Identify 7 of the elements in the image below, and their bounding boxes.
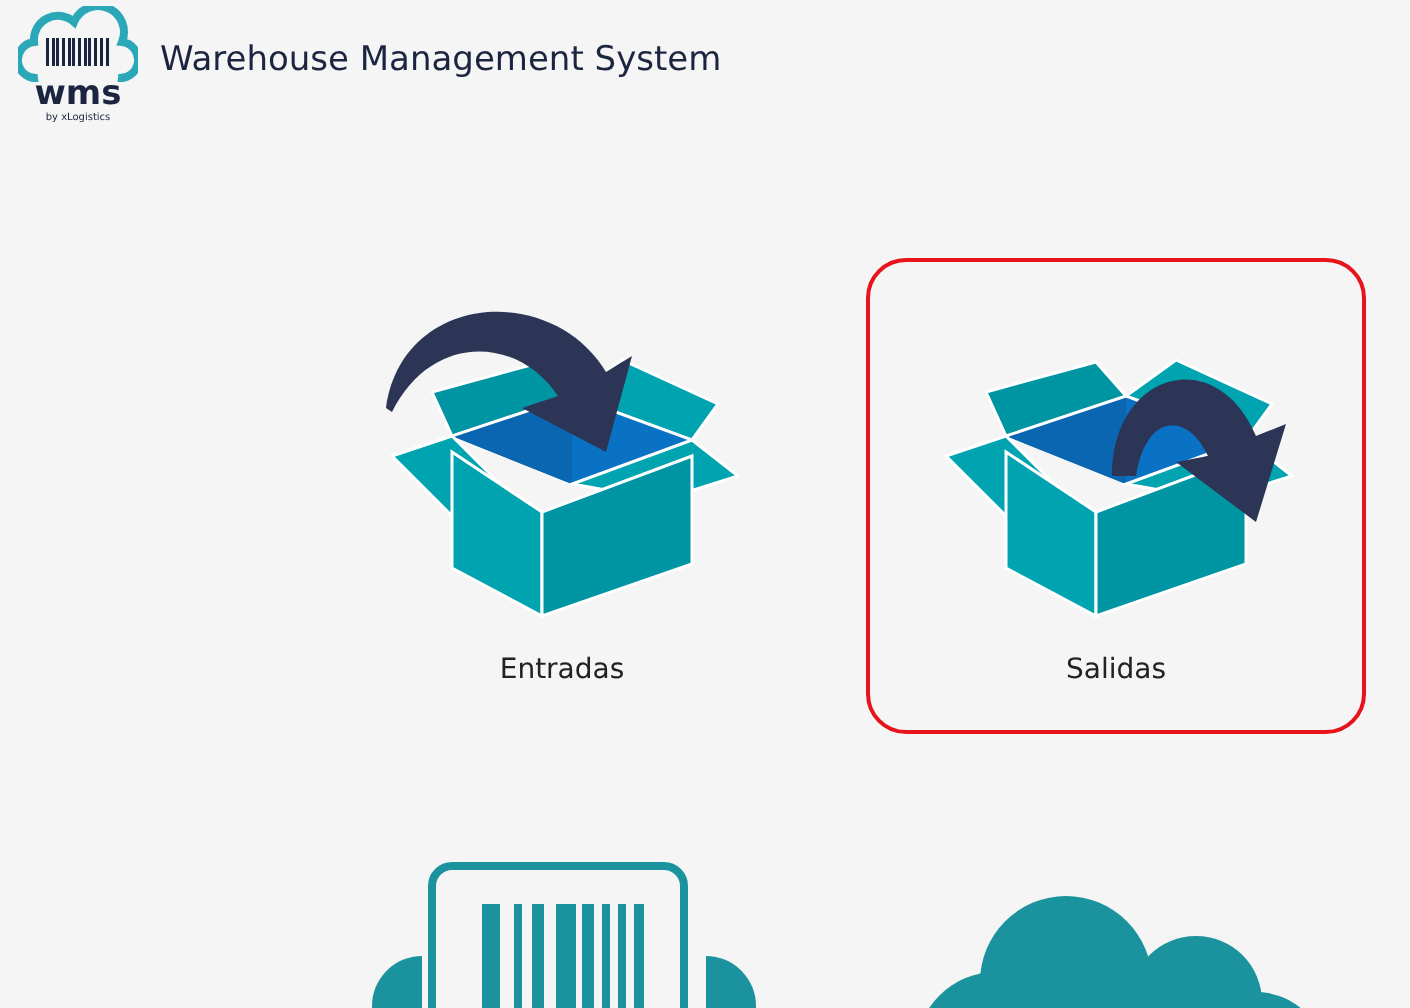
menu-tile[interactable]: Salidas (866, 258, 1366, 734)
tile-label: Salidas (1065, 654, 1166, 686)
tile-label: Entradas (499, 654, 625, 686)
app-title: Warehouse Management System (160, 40, 722, 80)
cloud-barcode-icon (18, 5, 138, 81)
logo-text: wms (34, 77, 122, 111)
menu-tile[interactable]: Entradas (312, 258, 812, 734)
